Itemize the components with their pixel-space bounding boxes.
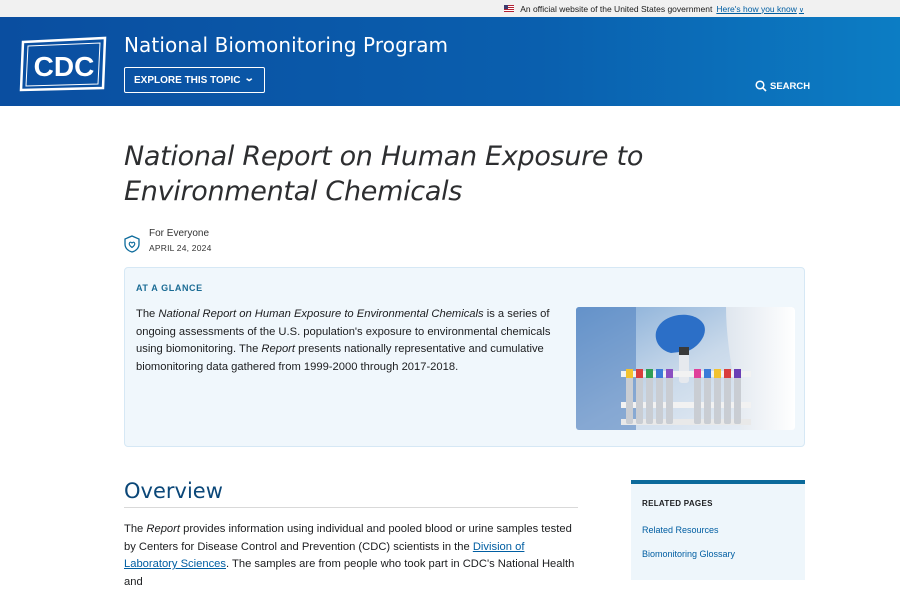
overview-text: The Report provides information using in… <box>124 521 580 591</box>
search-button[interactable]: SEARCH <box>755 80 810 92</box>
glance-report-title: National Report on Human Exposure to Env… <box>158 308 484 320</box>
heres-how-you-know-label: Here's how you know <box>716 3 797 14</box>
audience-label: For Everyone <box>149 228 210 239</box>
cdc-logo[interactable]: CDC <box>19 36 107 92</box>
at-a-glance-text: The National Report on Human Exposure to… <box>136 306 556 376</box>
glance-report-word: Report <box>261 343 296 355</box>
shield-heart-icon <box>124 235 140 253</box>
cdc-logo-text: CDC <box>34 51 95 82</box>
chevron-down-icon: ∨ <box>798 6 804 14</box>
gov-banner-text: An official website of the United States… <box>520 3 713 14</box>
publish-date: APRIL 24, 2024 <box>149 243 212 253</box>
page-title: National Report on Human Exposure to Env… <box>124 141 644 207</box>
overview-text-part: The <box>124 523 147 535</box>
at-a-glance-heading: AT A GLANCE <box>136 283 203 293</box>
related-pages-heading: RELATED PAGES <box>642 499 713 508</box>
overview-divider <box>124 507 578 508</box>
search-icon <box>755 80 767 92</box>
biomonitoring-glossary-link[interactable]: Biomonitoring Glossary <box>642 549 735 559</box>
related-pages-panel: RELATED PAGES Related Resources Biomonit… <box>631 480 805 580</box>
at-a-glance-box: AT A GLANCE The National Report on Human… <box>124 267 805 447</box>
us-flag-icon <box>504 5 515 12</box>
search-label: SEARCH <box>770 80 811 92</box>
glance-text-part: The <box>136 308 159 320</box>
overview-report-word: Report <box>146 523 180 535</box>
heres-how-you-know-link[interactable]: Here's how you know ∨ <box>716 4 804 14</box>
chevron-down-icon: ⌄ <box>243 73 255 84</box>
related-resources-link[interactable]: Related Resources <box>642 525 719 535</box>
overview-heading: Overview <box>124 479 223 503</box>
lab-test-tubes-image <box>576 307 795 430</box>
audience-info: For Everyone APRIL 24, 2024 <box>124 228 212 253</box>
explore-topic-button[interactable]: EXPLORE THIS TOPIC ⌄ <box>124 67 265 93</box>
explore-topic-label: EXPLORE THIS TOPIC <box>134 74 241 86</box>
gov-banner: An official website of the United States… <box>0 0 900 17</box>
program-title[interactable]: National Biomonitoring Program <box>124 33 448 57</box>
site-header: CDC National Biomonitoring Program EXPLO… <box>0 17 900 106</box>
